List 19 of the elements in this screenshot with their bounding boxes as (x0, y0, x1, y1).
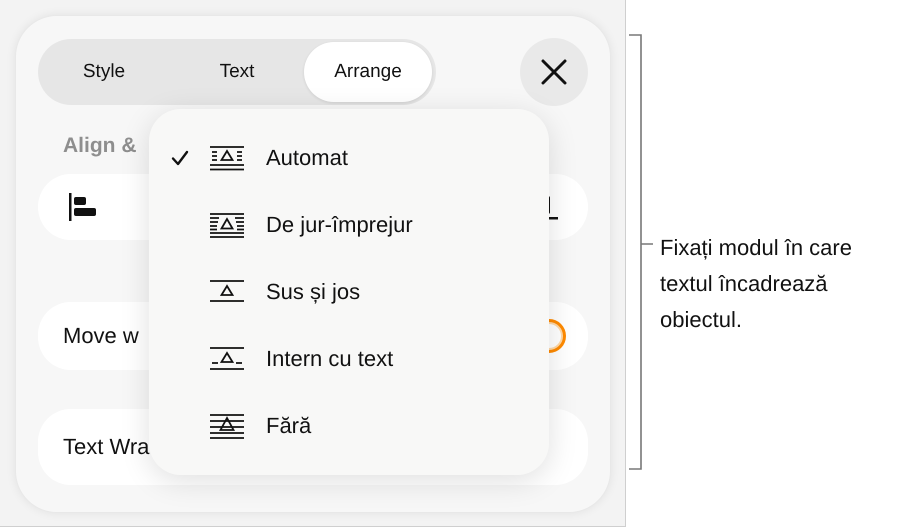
text-wrap-icon (209, 346, 245, 372)
tab[interactable]: Arrange (304, 42, 432, 102)
tab[interactable]: Style (38, 42, 170, 102)
row-label: Text Wra (63, 434, 150, 460)
text-wrap-icon (209, 144, 245, 170)
menu-item[interactable]: Sus și jos (149, 258, 549, 325)
menu-item[interactable]: Automat (149, 124, 549, 191)
text-wrap-icon (209, 412, 245, 438)
section-label: Align & (63, 134, 136, 159)
tab[interactable]: Text (170, 42, 304, 102)
close-icon (541, 59, 567, 85)
text-wrap-icon (209, 278, 245, 304)
callout-text: Fixați modul în care textul încadrează obiectul. (660, 234, 853, 334)
menu-item[interactable]: Fără (149, 392, 549, 459)
align-left-icon[interactable] (68, 193, 98, 221)
menu-item[interactable]: Intern cu text (149, 325, 549, 392)
menu-item[interactable]: De jur-împrejur (149, 191, 549, 258)
row-label: Move w (63, 323, 139, 349)
text-wrap-icon (209, 212, 245, 238)
